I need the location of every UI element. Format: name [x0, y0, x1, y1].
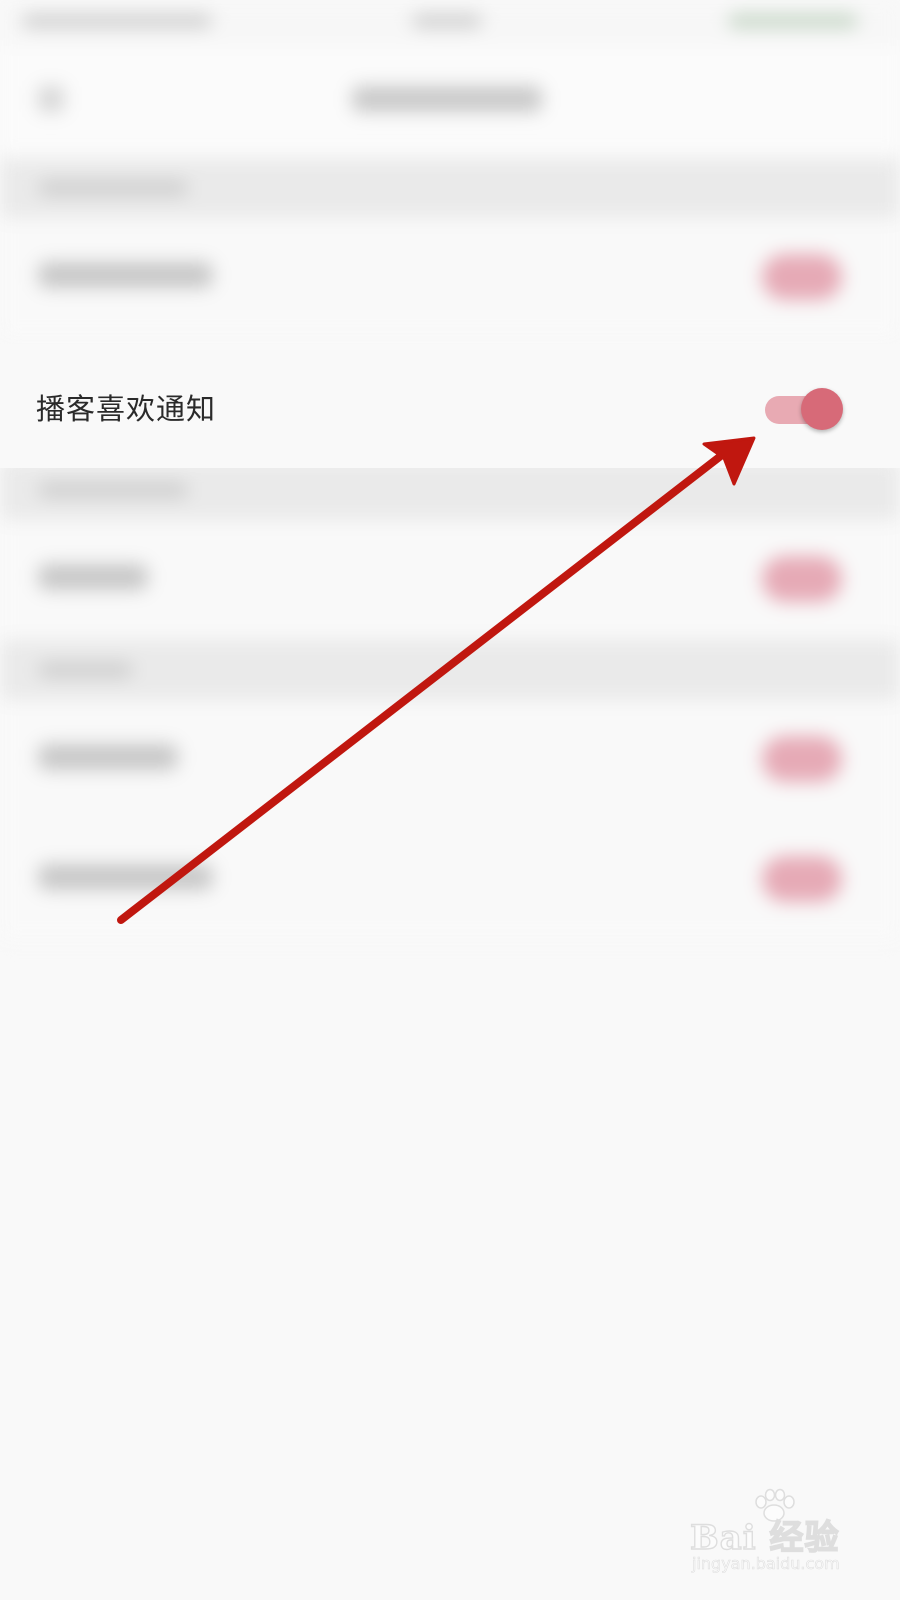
settings-screen: 播客喜欢通知 Bai 经验 jingyan.baidu.com: [0, 0, 900, 1600]
toggle-switch[interactable]: [762, 556, 842, 602]
page-title: [352, 86, 542, 112]
toggle-switch[interactable]: [762, 736, 842, 782]
section-header: [0, 640, 900, 700]
toggle-switch[interactable]: [762, 856, 842, 902]
podcast-like-notification-label: 播客喜欢通知: [36, 392, 217, 426]
status-bar: [0, 0, 900, 46]
settings-row[interactable]: [0, 820, 900, 940]
watermark-brand: Bai 经验: [689, 1517, 840, 1558]
podcast-like-notification-toggle[interactable]: [765, 384, 845, 430]
blurred-background: [0, 0, 900, 1000]
watermark: Bai 经验 jingyan.baidu.com: [689, 1488, 890, 1590]
status-bar-time: [412, 14, 482, 28]
status-bar-carrier: [22, 14, 212, 28]
section-header: [0, 158, 900, 218]
watermark-url: jingyan.baidu.com: [692, 1554, 840, 1574]
status-bar-battery: [728, 14, 858, 28]
section-header: [0, 460, 900, 520]
settings-row[interactable]: [0, 700, 900, 820]
podcast-like-notification-row[interactable]: 播客喜欢通知: [0, 344, 900, 468]
toggle-switch[interactable]: [762, 254, 842, 300]
navigation-bar: [0, 46, 900, 156]
toggle-knob: [801, 388, 843, 430]
settings-row[interactable]: [0, 218, 900, 338]
settings-row[interactable]: [0, 520, 900, 640]
back-arrow-icon[interactable]: [38, 86, 64, 112]
